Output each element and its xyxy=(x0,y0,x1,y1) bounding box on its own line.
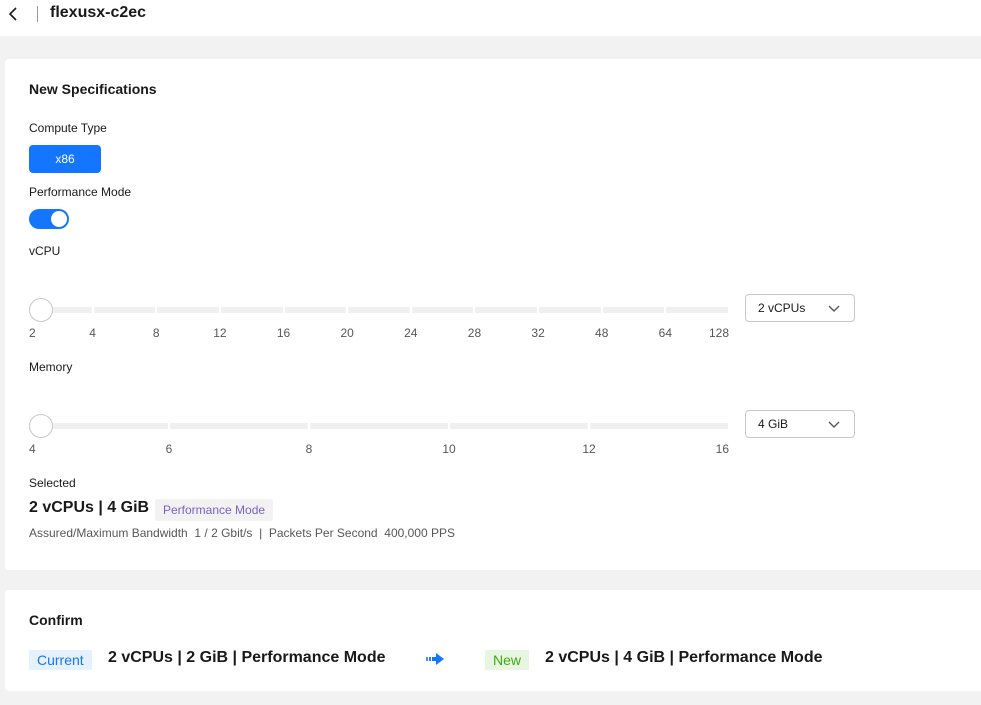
memory-slider-segment[interactable] xyxy=(310,423,448,429)
selected-label: Selected xyxy=(29,476,76,490)
memory-slider[interactable]: 4 6 8 10 12 16 xyxy=(29,414,729,456)
new-specifications-card: New Specifications Compute Type x86 Perf… xyxy=(5,59,981,570)
vcpu-slider-segment[interactable] xyxy=(602,307,665,313)
performance-mode-toggle[interactable] xyxy=(29,209,69,229)
top-bar: flexusx-c2ec xyxy=(0,0,981,36)
vcpu-slider-segment[interactable] xyxy=(157,307,219,313)
vcpu-slider-segment[interactable] xyxy=(348,307,410,313)
vcpu-slider-segment[interactable] xyxy=(666,307,728,313)
performance-mode-badge: Performance Mode xyxy=(155,499,274,521)
memory-label: Memory xyxy=(29,360,73,374)
memory-tick-label: 4 xyxy=(29,442,36,456)
bandwidth-details: Assured/Maximum Bandwidth 1 / 2 Gbit/s |… xyxy=(29,526,455,540)
vcpu-slider-segment[interactable] xyxy=(539,307,601,313)
confirm-card: Confirm Current 2 vCPUs | 2 GiB | Perfor… xyxy=(5,590,981,691)
memory-tick-label: 6 xyxy=(165,442,173,456)
memory-select-value: 4 GiB xyxy=(758,417,789,431)
page-title: flexusx-c2ec xyxy=(50,4,147,21)
memory-select[interactable]: 4 GiB xyxy=(745,410,855,438)
new-spec: 2 vCPUs | 4 GiB | Performance Mode xyxy=(545,649,823,666)
memory-tick-label: 16 xyxy=(715,442,729,456)
vcpu-slider-segment[interactable] xyxy=(411,307,474,313)
chevron-left-icon xyxy=(8,7,17,21)
new-specifications-title: New Specifications xyxy=(29,81,157,97)
vcpu-tick-label: 28 xyxy=(467,326,482,340)
vcpu-tick-label: 4 xyxy=(89,326,96,340)
selected-summary: 2 vCPUs | 4 GiB xyxy=(29,499,150,516)
vcpu-slider-segment[interactable] xyxy=(475,307,538,313)
vcpu-tick-label: 64 xyxy=(658,326,673,340)
vcpu-tick-label: 12 xyxy=(213,326,227,340)
vcpu-slider-thumb[interactable] xyxy=(29,298,53,322)
chevron-down-icon xyxy=(828,305,840,312)
vcpu-tick-label: 2 xyxy=(29,326,36,340)
vcpu-tick-label: 128 xyxy=(708,326,729,340)
memory-slider-track[interactable] xyxy=(29,423,729,429)
compute-type-label: Compute Type xyxy=(29,121,107,135)
arrow-right-icon xyxy=(426,653,444,665)
title-divider xyxy=(37,6,38,22)
memory-tick-label: 12 xyxy=(582,442,596,456)
vcpu-tick-label: 16 xyxy=(276,326,291,340)
memory-tick-label: 10 xyxy=(442,442,456,456)
new-badge: New xyxy=(485,650,530,670)
back-button[interactable] xyxy=(6,4,22,24)
vcpu-slider-segment[interactable] xyxy=(93,307,156,313)
vcpu-select[interactable]: 2 vCPUs xyxy=(745,294,855,322)
vcpu-tick-label: 32 xyxy=(531,326,545,340)
confirm-title: Confirm xyxy=(29,612,83,628)
vcpu-select-value: 2 vCPUs xyxy=(758,301,806,315)
performance-mode-label: Performance Mode xyxy=(29,185,132,199)
vcpu-tick-label: 20 xyxy=(340,326,354,340)
current-spec: 2 vCPUs | 2 GiB | Performance Mode xyxy=(108,649,386,666)
vcpu-slider-segment[interactable] xyxy=(220,307,283,313)
memory-tick-label: 8 xyxy=(305,442,313,456)
compute-type-x86-button[interactable]: x86 xyxy=(29,145,101,173)
vcpu-slider-segment[interactable] xyxy=(284,307,347,313)
vcpu-tick-label: 48 xyxy=(595,326,609,340)
vcpu-label: vCPU xyxy=(29,244,61,258)
chevron-down-icon xyxy=(828,421,840,428)
memory-slider-segment[interactable] xyxy=(170,423,308,429)
toggle-knob xyxy=(51,211,67,227)
vcpu-slider[interactable]: 2 4 8 12 16 20 24 28 32 48 64 128 xyxy=(29,298,729,340)
memory-slider-segment[interactable] xyxy=(450,423,588,429)
memory-slider-thumb[interactable] xyxy=(29,414,53,438)
vcpu-slider-track[interactable] xyxy=(29,307,729,313)
current-badge: Current xyxy=(29,650,92,670)
vcpu-tick-label: 8 xyxy=(152,326,160,340)
memory-slider-segment[interactable] xyxy=(590,423,728,429)
vcpu-tick-label: 24 xyxy=(404,326,418,340)
